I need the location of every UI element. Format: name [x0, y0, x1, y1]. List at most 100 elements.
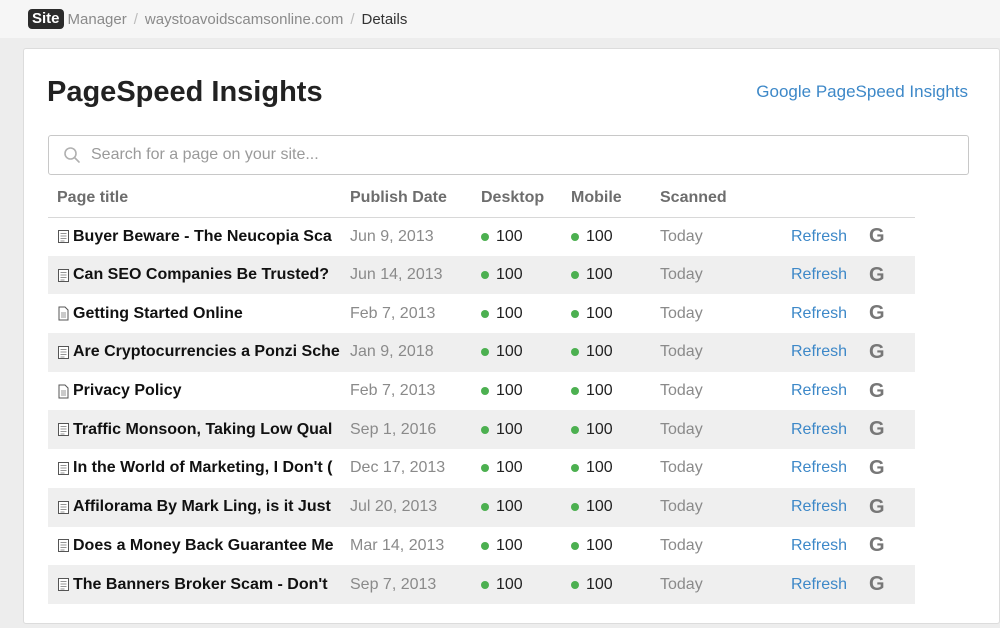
desktop-score: 100: [496, 536, 523, 554]
publish-date: Jun 14, 2013: [350, 266, 443, 284]
publish-date: Feb 7, 2013: [350, 382, 436, 400]
google-icon[interactable]: G: [869, 264, 885, 287]
cell-scanned: Today: [660, 372, 791, 411]
google-pagespeed-link[interactable]: Google PageSpeed Insights: [756, 82, 968, 102]
table-row[interactable]: Affilorama By Mark Ling, is it Just Jul 2…: [48, 487, 915, 527]
page-title-link[interactable]: The Banners Broker Scam - Don't: [73, 576, 328, 594]
page-title-link[interactable]: Getting Started Online: [73, 305, 243, 323]
cell-publish-date: Jun 14, 2013: [350, 255, 481, 295]
column-header-mobile[interactable]: Mobile: [571, 180, 660, 218]
page-title-link[interactable]: Are Cryptocurrencies a Ponzi Sche: [73, 343, 340, 361]
cell-desktop-score: 100: [481, 410, 571, 450]
google-icon[interactable]: G: [869, 496, 885, 519]
table-row[interactable]: The Banners Broker Scam - Don't Sep 7, 20…: [48, 565, 915, 604]
refresh-button[interactable]: Refresh: [791, 459, 847, 476]
cell-publish-date: Jan 9, 2018: [350, 333, 481, 372]
google-icon[interactable]: G: [869, 341, 885, 364]
scanned-date: Today: [660, 575, 703, 593]
article-icon: [58, 461, 69, 475]
status-dot-icon: [481, 425, 489, 434]
publish-date: Jul 20, 2013: [350, 498, 438, 516]
google-icon[interactable]: G: [869, 534, 885, 557]
column-header-publish-date[interactable]: Publish Date: [350, 180, 481, 218]
column-header-page-title[interactable]: Page title: [48, 180, 350, 218]
table-row[interactable]: Does a Money Back Guarantee Me Mar 14, 20…: [48, 527, 915, 566]
status-dot-icon: [571, 541, 579, 550]
column-header-scanned[interactable]: Scanned: [660, 180, 791, 218]
desktop-score: 100: [496, 459, 523, 477]
cell-google: G: [869, 294, 915, 333]
article-icon: [58, 345, 69, 359]
table-row[interactable]: Can SEO Companies Be Trusted? Jun 14, 201…: [48, 255, 915, 295]
google-icon[interactable]: G: [869, 457, 885, 480]
refresh-button[interactable]: Refresh: [791, 421, 847, 438]
desktop-score: 100: [496, 575, 523, 593]
cell-desktop-score: 100: [481, 372, 571, 411]
cell-page-title: In the World of Marketing, I Don't (: [48, 449, 350, 488]
refresh-button[interactable]: Refresh: [791, 537, 847, 554]
status-dot-icon: [481, 503, 489, 512]
cell-scanned: Today: [660, 410, 791, 450]
refresh-button[interactable]: Refresh: [791, 382, 847, 399]
page-title-link[interactable]: Does a Money Back Guarantee Me: [73, 537, 334, 555]
page-title-link[interactable]: Traffic Monsoon, Taking Low Qual: [73, 421, 332, 439]
publish-date: Dec 17, 2013: [350, 459, 446, 477]
refresh-button[interactable]: Refresh: [791, 228, 847, 245]
cell-publish-date: Mar 14, 2013: [350, 527, 481, 566]
publish-date: Jun 9, 2013: [350, 227, 434, 245]
refresh-button[interactable]: Refresh: [791, 498, 847, 515]
refresh-button[interactable]: Refresh: [791, 576, 847, 593]
cell-scanned: Today: [660, 565, 791, 604]
status-dot-icon: [571, 425, 579, 434]
cell-refresh: Refresh: [791, 527, 869, 566]
cell-google: G: [869, 527, 915, 566]
status-dot-icon: [481, 271, 489, 280]
mobile-score: 100: [586, 266, 613, 284]
page-title-link[interactable]: Buyer Beware - The Neucopia Sca: [73, 228, 332, 246]
cell-publish-date: Jun 9, 2013: [350, 217, 481, 256]
google-icon[interactable]: G: [869, 302, 885, 325]
refresh-button[interactable]: Refresh: [791, 266, 847, 283]
table-row[interactable]: Getting Started Online Feb 7, 2013 100 100 T…: [48, 294, 915, 333]
page-title-link[interactable]: Can SEO Companies Be Trusted?: [73, 266, 329, 284]
search-input[interactable]: [91, 146, 931, 164]
page-icon: [58, 384, 69, 399]
table-row[interactable]: Privacy Policy Feb 7, 2013 100 100 Today Refr…: [48, 372, 915, 411]
breadcrumb-site-link[interactable]: waystoavoidscamsonline.com: [145, 11, 343, 28]
cell-page-title: Does a Money Back Guarantee Me: [48, 527, 350, 566]
search-box[interactable]: [48, 135, 969, 175]
cell-scanned: Today: [660, 449, 791, 488]
status-dot-icon: [481, 348, 489, 357]
cell-refresh: Refresh: [791, 217, 869, 256]
column-header-desktop[interactable]: Desktop: [481, 180, 571, 218]
cell-desktop-score: 100: [481, 449, 571, 488]
table-row[interactable]: In the World of Marketing, I Don't ( Dec …: [48, 449, 915, 488]
cell-desktop-score: 100: [481, 487, 571, 527]
table-row[interactable]: Are Cryptocurrencies a Ponzi Sche Jan 9, …: [48, 333, 915, 372]
google-icon[interactable]: G: [869, 573, 885, 596]
cell-mobile-score: 100: [571, 255, 660, 295]
status-dot-icon: [481, 387, 489, 396]
page-title-link[interactable]: Affilorama By Mark Ling, is it Just: [73, 498, 331, 516]
cell-publish-date: Feb 7, 2013: [350, 372, 481, 411]
google-icon[interactable]: G: [869, 225, 885, 248]
page-title-link[interactable]: Privacy Policy: [73, 382, 182, 400]
column-header-google: [869, 180, 915, 218]
cell-mobile-score: 100: [571, 527, 660, 566]
site-manager-logo[interactable]: Site Manager: [28, 9, 127, 29]
google-icon[interactable]: G: [869, 418, 885, 441]
refresh-button[interactable]: Refresh: [791, 343, 847, 360]
page-title-link[interactable]: In the World of Marketing, I Don't (: [73, 459, 333, 477]
cell-page-title: Are Cryptocurrencies a Ponzi Sche: [48, 333, 350, 372]
table-row[interactable]: Buyer Beware - The Neucopia Sca Jun 9, 20…: [48, 217, 915, 256]
breadcrumb-current: Details: [361, 10, 408, 28]
logo-site-mark: Site: [28, 9, 64, 29]
table-row[interactable]: Traffic Monsoon, Taking Low Qual Sep 1, 2…: [48, 410, 915, 450]
refresh-button[interactable]: Refresh: [791, 305, 847, 322]
cell-mobile-score: 100: [571, 217, 660, 256]
cell-publish-date: Dec 17, 2013: [350, 449, 481, 488]
cell-desktop-score: 100: [481, 294, 571, 333]
cell-mobile-score: 100: [571, 487, 660, 527]
breadcrumb: Site Manager / waystoavoidscamsonline.co…: [0, 0, 1000, 38]
google-icon[interactable]: G: [869, 380, 885, 403]
